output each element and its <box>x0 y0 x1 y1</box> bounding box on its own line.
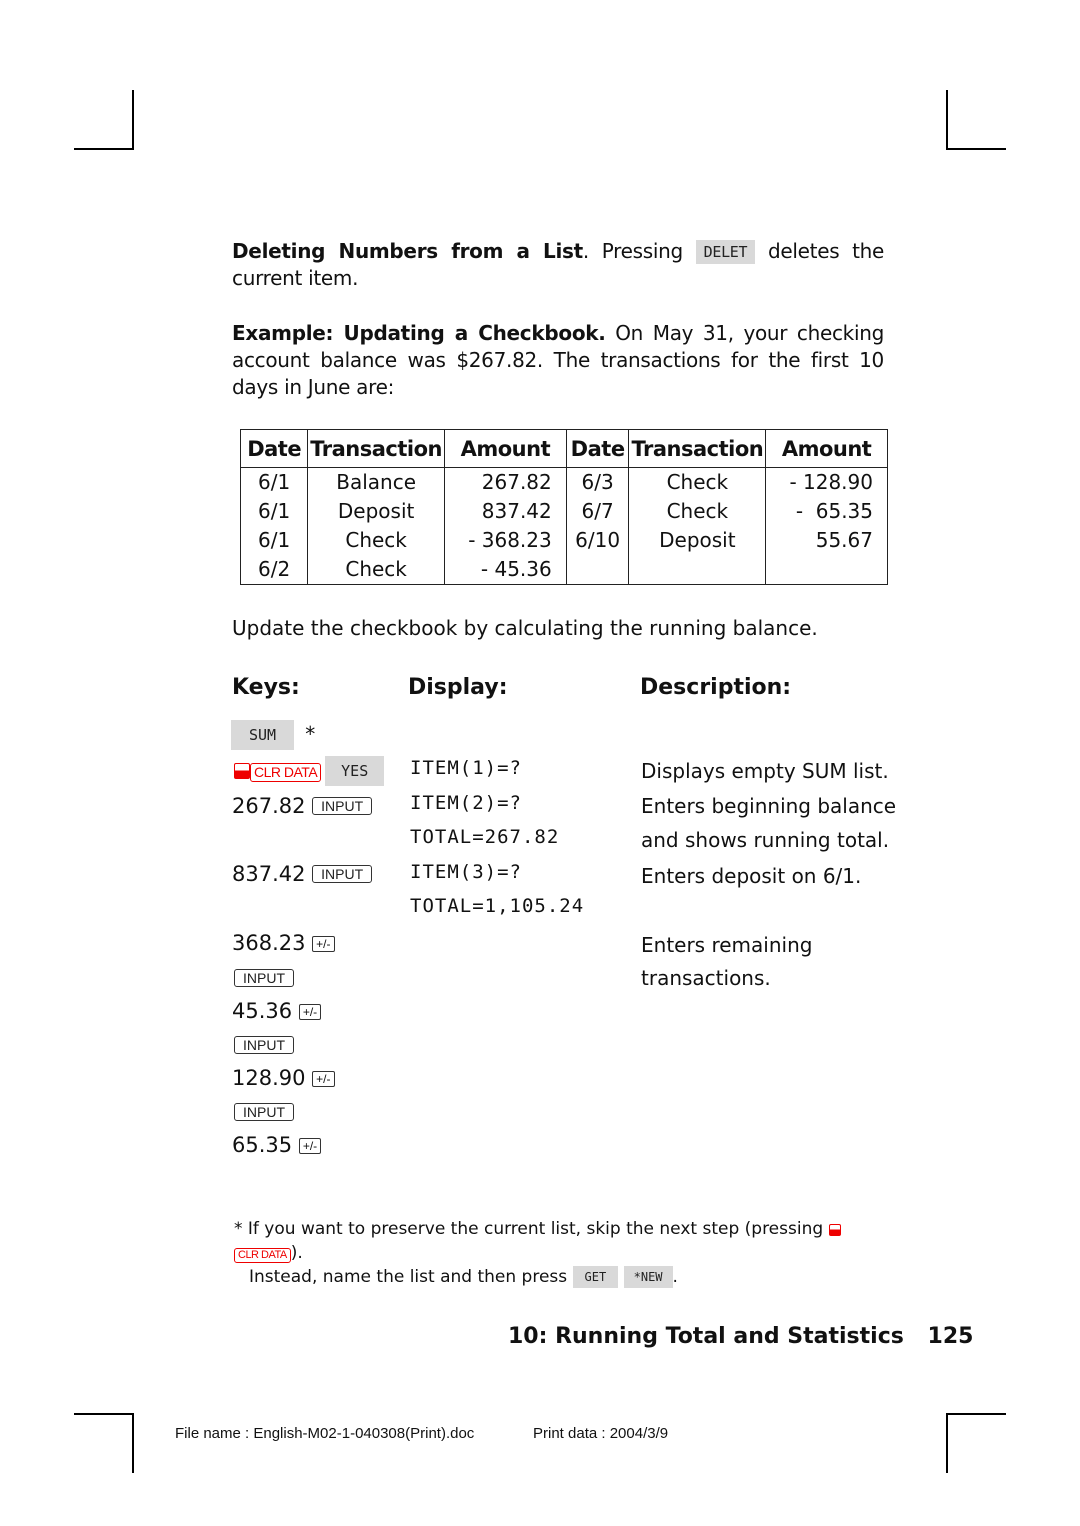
table-cell <box>565 555 630 585</box>
example-heading: Example: Updating a Checkbook. <box>232 321 606 345</box>
table-cell: - 45.36 <box>444 555 567 585</box>
file-name: File name : English-M02-1-040308(Print).… <box>175 1425 475 1442</box>
value-837: 837.42 <box>232 862 306 886</box>
table-cell: - 128.90 <box>765 467 888 497</box>
footnote: * If you want to preserve the current li… <box>234 1217 894 1289</box>
new-key: *NEW <box>623 1266 673 1288</box>
page-number: 125 <box>927 1324 974 1349</box>
table-cell: 55.67 <box>765 526 888 555</box>
delete-heading: Deleting Numbers from a List <box>232 239 583 263</box>
table-cell: Check <box>307 526 445 555</box>
plus-minus-key: +/- <box>312 1071 335 1087</box>
value-267: 267.82 <box>232 794 306 818</box>
table-cell <box>628 555 767 585</box>
table-cell: 6/10 <box>565 526 630 555</box>
instruction-text: Update the checkbook by calculating the … <box>232 616 818 640</box>
display-item1: ITEM(1)=? <box>410 757 522 779</box>
sum-key: SUM <box>231 720 295 750</box>
desc-step4: Enters remaining <box>641 933 813 957</box>
table-cell: Deposit <box>628 526 767 555</box>
table-cell: Check <box>307 555 445 585</box>
plus-minus-key: +/- <box>312 936 335 952</box>
table-cell: Check <box>628 467 767 497</box>
value-65: 65.35 <box>232 1133 293 1157</box>
table-cell: 837.42 <box>444 497 567 526</box>
table-header-row: Date Transaction Amount Date Transaction… <box>239 429 888 468</box>
table-cell <box>765 555 888 585</box>
col-header: Transaction <box>628 429 767 468</box>
display-header: Display: <box>408 675 508 700</box>
col-header: Amount <box>444 429 567 468</box>
table-cell: 6/3 <box>565 467 630 497</box>
table-cell: - 368.23 <box>444 526 567 555</box>
table-cell: 6/1 <box>239 467 309 497</box>
keys-header: Keys: <box>232 675 300 700</box>
footnote-asterisk: * <box>305 722 316 746</box>
crop-mark <box>74 148 134 150</box>
desc-step4b: transactions. <box>641 966 771 990</box>
get-key: GET <box>572 1266 619 1288</box>
table-row: 6/1 Check - 368.23 6/10 Deposit 55.67 <box>239 526 888 555</box>
delete-paragraph: Deleting Numbers from a List. Pressing D… <box>232 239 884 290</box>
desc-step2: Enters beginning balance <box>641 794 897 818</box>
value-128: 128.90 <box>232 1066 306 1090</box>
table-cell: - 65.35 <box>765 497 888 526</box>
yes-key: YES <box>325 756 385 786</box>
crop-mark <box>132 1413 134 1473</box>
display-total2: TOTAL=1,105.24 <box>410 895 585 917</box>
clr-data-key: CLR DATA <box>250 763 322 782</box>
value-368: 368.23 <box>232 931 306 955</box>
col-header: Date <box>239 429 309 468</box>
crop-mark <box>74 1413 134 1415</box>
table-cell: Balance <box>307 467 445 497</box>
table-cell: 267.82 <box>444 467 567 497</box>
clr-data-key: CLR DATA <box>234 1248 291 1263</box>
crop-mark <box>132 90 134 150</box>
shift-key-icon <box>234 763 250 779</box>
input-key: INPUT <box>312 865 373 883</box>
table-row: 6/1 Deposit 837.42 6/7 Check - 65.35 <box>239 497 888 526</box>
display-item3: ITEM(3)=? <box>410 861 522 883</box>
plus-minus-key: +/- <box>298 1004 322 1020</box>
shift-key-icon <box>828 1224 841 1236</box>
table-cell: Check <box>628 497 767 526</box>
table-cell: Deposit <box>307 497 445 526</box>
transactions-table: Date Transaction Amount Date Transaction… <box>239 429 888 585</box>
plus-minus-key: +/- <box>298 1138 322 1154</box>
print-date: Print data : 2004/3/9 <box>533 1425 669 1442</box>
value-45: 45.36 <box>232 999 293 1023</box>
input-key: INPUT <box>312 797 373 815</box>
input-key: INPUT <box>234 969 294 987</box>
desc-step2b: and shows running total. <box>641 828 890 852</box>
crop-mark <box>946 90 948 150</box>
col-header: Transaction <box>307 429 445 468</box>
table-row: 6/1 Balance 267.82 6/3 Check - 128.90 <box>239 467 888 497</box>
desc-step1: Displays empty SUM list. <box>641 759 889 783</box>
chapter-footer: 10: Running Total and Statistics 125 <box>508 1324 973 1349</box>
table-cell: 6/2 <box>239 555 309 585</box>
col-header: Amount <box>765 429 888 468</box>
display-total1: TOTAL=267.82 <box>410 826 560 848</box>
input-key: INPUT <box>234 1103 294 1121</box>
crop-mark <box>946 1413 948 1473</box>
table-cell: 6/7 <box>565 497 630 526</box>
display-item2: ITEM(2)=? <box>410 792 522 814</box>
crop-mark <box>946 148 1006 150</box>
table-cell: 6/1 <box>239 497 309 526</box>
delet-key: DELET <box>695 240 756 264</box>
chapter-title: 10: Running Total and Statistics <box>508 1324 904 1349</box>
table-row: 6/2 Check - 45.36 <box>239 555 888 585</box>
description-header: Description: <box>640 675 792 700</box>
input-key: INPUT <box>234 1036 294 1054</box>
crop-mark <box>946 1413 1006 1415</box>
table-cell: 6/1 <box>239 526 309 555</box>
col-header: Date <box>565 429 630 468</box>
desc-step3: Enters deposit on 6/1. <box>641 864 862 888</box>
example-paragraph: Example: Updating a Checkbook. On May 31… <box>232 321 884 399</box>
